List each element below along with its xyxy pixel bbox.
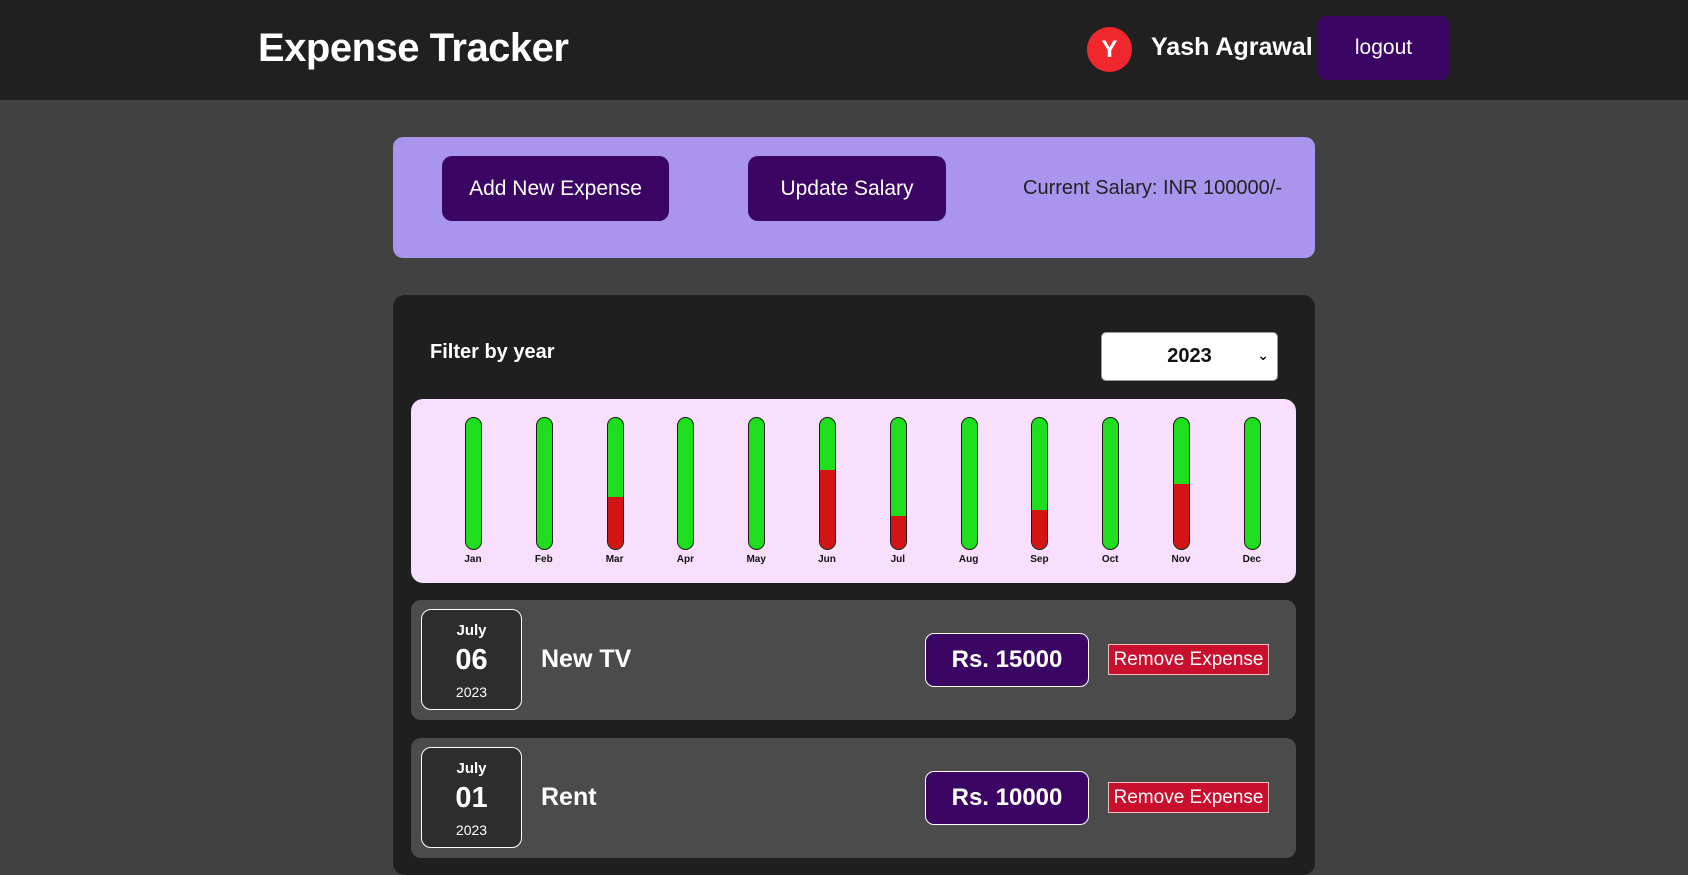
chart-bar-track — [889, 417, 907, 550]
chart-bar-track — [819, 417, 836, 550]
expense-amount: Rs. 15000 — [925, 633, 1089, 687]
chart-bar-track — [1102, 417, 1120, 550]
chart-bar-label: Aug — [958, 554, 979, 565]
chart-bar-track — [465, 417, 482, 550]
expense-date-month: July — [456, 622, 487, 639]
chart-bar-fill — [1032, 509, 1048, 549]
monthly-expense-chart: Jan Feb Mar Apr May Jun Jul Aug Sep Oct Nov Dec — [411, 399, 1296, 583]
expense-date-day: 01 — [455, 782, 488, 814]
year-select-value: 2023 — [1167, 345, 1212, 367]
chart-bar-feb: Feb — [524, 399, 564, 583]
chart-bar-label: Dec — [1242, 554, 1261, 565]
expense-title: New TV — [541, 645, 632, 673]
chart-bar-label: Sep — [1030, 554, 1049, 565]
expense-date-day: 06 — [455, 644, 488, 676]
expense-title: Rent — [541, 783, 597, 811]
chart-bar-label: Feb — [534, 554, 553, 565]
remove-expense-button[interactable]: Remove Expense — [1108, 644, 1269, 675]
filter-label: Filter by year — [430, 341, 555, 363]
chart-bar-fill — [1174, 483, 1189, 549]
chart-bar-label: Jul — [890, 554, 906, 565]
chart-bar-jun: Jun — [807, 399, 847, 583]
expenses-panel: Filter by year 2023 ⌄ Jan Feb Mar Apr May Jun… — [393, 295, 1315, 875]
chart-bar-track — [1031, 417, 1049, 550]
chart-bar-may: May — [736, 399, 776, 583]
chart-bar-track — [1243, 417, 1261, 550]
chart-bar-track — [677, 417, 695, 550]
chart-bar-jul: Jul — [878, 399, 918, 583]
chart-bar-jan: Jan — [453, 399, 493, 583]
current-salary-text: Current Salary: INR 100000/- — [1023, 177, 1283, 199]
update-salary-button[interactable]: Update Salary — [748, 156, 946, 221]
user-name: Yash Agrawal — [1151, 33, 1313, 61]
chart-bar-sep: Sep — [1019, 399, 1059, 583]
chart-bar-nov: Nov — [1161, 399, 1201, 583]
chart-bar-track — [1173, 417, 1190, 550]
expense-date-month: July — [456, 760, 487, 777]
expense-date-year: 2023 — [455, 684, 488, 700]
avatar: Y — [1087, 27, 1132, 72]
add-new-expense-button[interactable]: Add New Expense — [442, 156, 669, 221]
chart-bar-track — [960, 417, 978, 550]
chart-bar-dec: Dec — [1232, 399, 1272, 583]
chart-bar-apr: Apr — [665, 399, 705, 583]
chart-bar-label: Jan — [464, 554, 482, 565]
expense-item: July 06 2023 New TV Rs. 15000 Remove Exp… — [411, 600, 1296, 720]
chart-bar-oct: Oct — [1090, 399, 1130, 583]
expense-date: July 06 2023 — [421, 609, 522, 710]
chart-bar-fill — [607, 496, 623, 549]
chart-bar-label: May — [746, 554, 766, 565]
chart-bar-aug: Aug — [949, 399, 989, 583]
expense-item: July 01 2023 Rent Rs. 10000 Remove Expen… — [411, 738, 1296, 858]
remove-expense-button[interactable]: Remove Expense — [1108, 782, 1269, 813]
app-header: Expense Tracker Y Yash Agrawal logout — [0, 0, 1688, 100]
chart-bar-mar: Mar — [595, 399, 635, 583]
chart-bar-track — [606, 417, 624, 550]
chart-bar-label: Mar — [605, 554, 624, 565]
action-panel: Add New Expense Update Salary Current Sa… — [393, 137, 1315, 258]
chart-bar-fill — [820, 470, 835, 549]
chart-bar-track — [748, 417, 766, 550]
chart-bar-label: Jun — [818, 554, 836, 565]
chart-bar-label: Oct — [1101, 554, 1119, 565]
expense-date: July 01 2023 — [421, 747, 522, 848]
app-title: Expense Tracker — [258, 26, 569, 70]
chevron-down-icon: ⌄ — [1257, 347, 1269, 363]
logout-button[interactable]: logout — [1318, 16, 1449, 80]
chart-bar-label: Apr — [676, 554, 694, 565]
chart-bar-fill — [890, 516, 906, 549]
expense-date-year: 2023 — [455, 822, 488, 838]
expense-amount: Rs. 10000 — [925, 771, 1089, 825]
chart-bar-label: Nov — [1171, 554, 1191, 565]
year-select[interactable]: 2023 ⌄ — [1101, 332, 1278, 381]
chart-bar-track — [535, 417, 553, 550]
